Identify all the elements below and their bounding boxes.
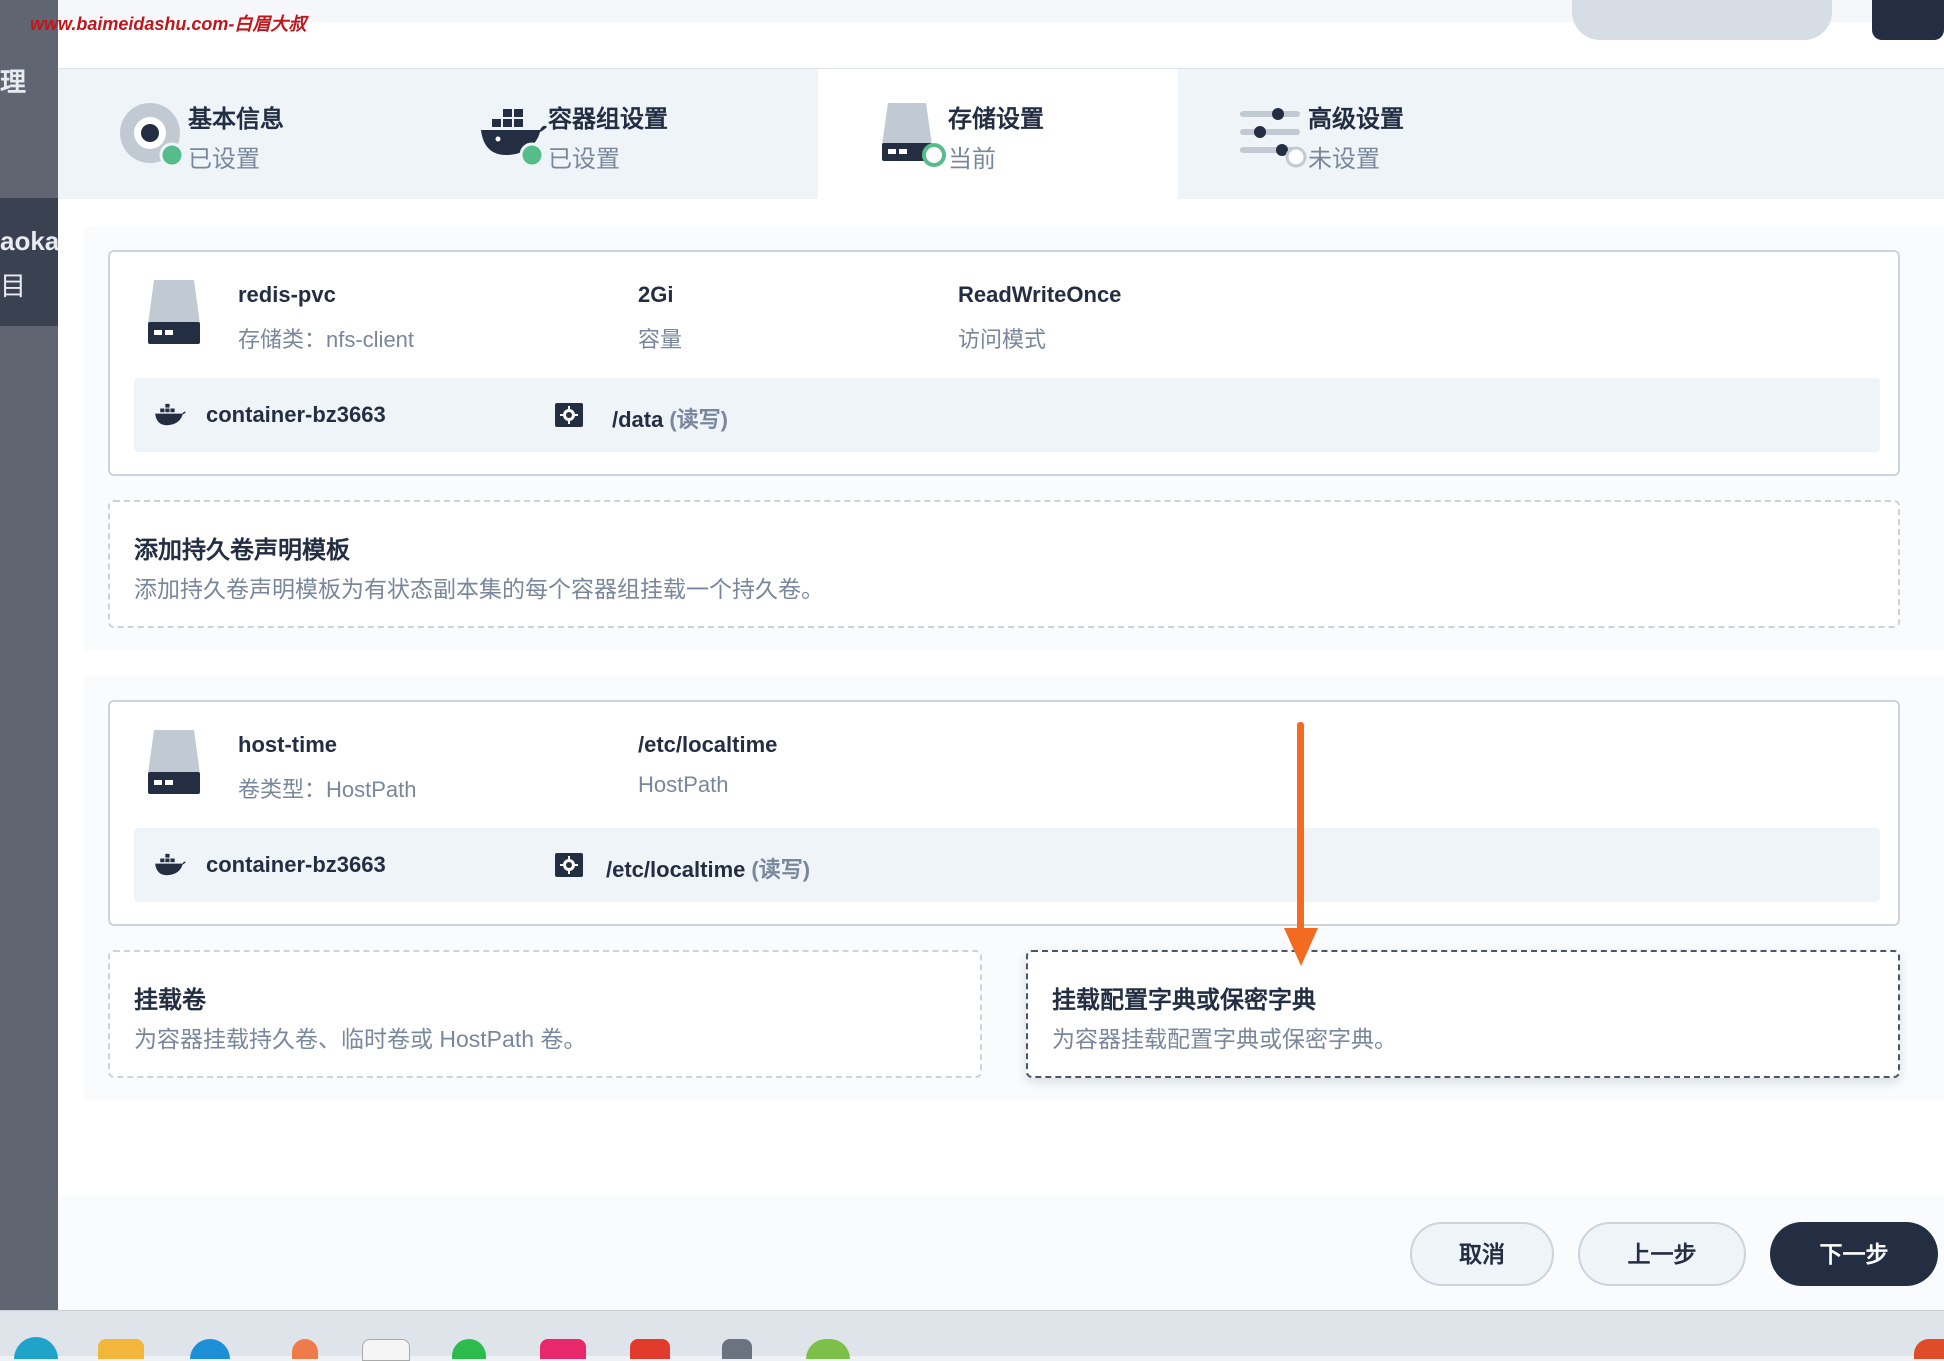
chat-icon[interactable]: [452, 1339, 486, 1359]
access-mode-label: 访问模式: [958, 327, 1047, 352]
annotation-arrow-head: [1284, 928, 1318, 966]
step-pod-settings[interactable]: 容器组设置 已设置: [418, 69, 778, 199]
docker-icon: [155, 403, 186, 426]
capacity-label: 容量: [638, 327, 683, 352]
container-name: container-bz3663: [206, 402, 386, 427]
mount-configmap-secret-button[interactable]: 挂载配置字典或保密字典 为容器挂载配置字典或保密字典。: [1026, 950, 1900, 1078]
capacity-value: 2Gi: [638, 282, 674, 307]
mount-mode: (读写): [669, 407, 729, 432]
add-template-desc: 添加持久卷声明模板为有状态副本集的每个容器组挂载一个持久卷。: [134, 576, 824, 602]
mount-volume-desc: 为容器挂载持久卷、临时卷或 HostPath 卷。: [134, 1026, 587, 1052]
browser-icon[interactable]: [190, 1339, 230, 1359]
app-icon[interactable]: [806, 1339, 850, 1359]
tool-icon[interactable]: [722, 1339, 752, 1359]
dialog-footer: 取消 上一步 下一步: [58, 1196, 1944, 1310]
next-button[interactable]: 下一步: [1770, 1222, 1938, 1286]
mount-path: /etc/localtime (读写): [606, 857, 811, 882]
mount-row: container-bz3663 /etc/localtime (读写): [134, 828, 1880, 902]
step-advanced-settings[interactable]: 高级设置 未设置: [1178, 69, 1538, 199]
tray-icon[interactable]: [1914, 1339, 1944, 1359]
media-icon[interactable]: [540, 1339, 586, 1359]
step-storage-settings[interactable]: 存储设置 当前: [818, 69, 1178, 199]
volume-section: host-time 卷类型：HostPath /etc/localtime Ho…: [84, 676, 1944, 1100]
notepad-icon[interactable]: [362, 1339, 410, 1361]
left-partial-label: aoka: [0, 226, 60, 256]
docker-icon: [481, 109, 547, 168]
docker-icon: [155, 853, 186, 876]
mount-volume-title: 挂载卷: [134, 987, 206, 1014]
mount-config-desc: 为容器挂载配置字典或保密字典。: [1052, 1026, 1397, 1052]
step-status: 已设置: [188, 146, 260, 173]
annotation-arrow: [1297, 722, 1304, 940]
start-icon[interactable]: [14, 1337, 58, 1359]
left-nav-selected: [0, 198, 58, 326]
volume-type: 卷类型：HostPath: [238, 777, 417, 802]
mount-gear-icon: [555, 403, 583, 427]
storage-disk-icon: [882, 103, 946, 167]
top-action-button[interactable]: [1872, 0, 1944, 40]
taskbar: [0, 1310, 1944, 1361]
mount-path: /data (读写): [612, 407, 729, 432]
pvc-template-section: redis-pvc 存储类：nfs-client 2Gi 容量 ReadWrit…: [84, 226, 1944, 650]
storage-disk-icon: [148, 280, 200, 344]
app-icon[interactable]: [292, 1339, 318, 1359]
step-title: 容器组设置: [548, 106, 668, 133]
storage-disk-icon: [148, 730, 200, 794]
add-pvc-template-button[interactable]: 添加持久卷声明模板 添加持久卷声明模板为有状态副本集的每个容器组挂载一个持久卷。: [108, 500, 1900, 628]
mount-mode: (读写): [751, 857, 811, 882]
mount-gear-icon: [555, 853, 583, 877]
disc-icon: [120, 103, 185, 168]
top-search-pill[interactable]: [1572, 0, 1832, 40]
background-overlay: [0, 0, 58, 1310]
watermark: www.baimeidashu.com-白眉大叔: [30, 14, 307, 34]
folder-icon[interactable]: [98, 1339, 144, 1359]
sliders-icon: [1240, 108, 1307, 168]
access-mode-value: ReadWriteOnce: [958, 282, 1122, 307]
step-title: 高级设置: [1308, 106, 1404, 133]
volume-card[interactable]: host-time 卷类型：HostPath /etc/localtime Ho…: [108, 700, 1900, 926]
storage-class: 存储类：nfs-client: [238, 327, 415, 352]
mount-volume-button[interactable]: 挂载卷 为容器挂载持久卷、临时卷或 HostPath 卷。: [108, 950, 982, 1078]
step-title: 基本信息: [188, 106, 284, 133]
previous-button[interactable]: 上一步: [1578, 1222, 1746, 1286]
step-title: 存储设置: [948, 106, 1044, 133]
step-status: 已设置: [548, 146, 620, 173]
volume-name: redis-pvc: [238, 282, 336, 307]
host-path-value: /etc/localtime: [638, 732, 778, 757]
step-basic-info[interactable]: 基本信息 已设置: [58, 69, 418, 199]
cancel-button[interactable]: 取消: [1410, 1222, 1554, 1286]
host-path-label: HostPath: [638, 772, 729, 797]
mount-config-title: 挂载配置字典或保密字典: [1052, 987, 1316, 1014]
container-name: container-bz3663: [206, 852, 386, 877]
step-status: 未设置: [1308, 146, 1380, 173]
step-status: 当前: [948, 146, 996, 173]
add-template-title: 添加持久卷声明模板: [134, 537, 350, 564]
left-partial-text: 目: [0, 271, 27, 301]
mount-row: container-bz3663 /data (读写): [134, 378, 1880, 452]
left-partial-text: 理: [0, 67, 27, 97]
office-icon[interactable]: [630, 1339, 670, 1359]
volume-name: host-time: [238, 732, 337, 757]
volume-card[interactable]: redis-pvc 存储类：nfs-client 2Gi 容量 ReadWrit…: [108, 250, 1900, 476]
create-dialog: [58, 22, 1944, 1310]
step-tabs: 基本信息 已设置 容器组设置 已设置 存储设置 当前 高级设置 未设置: [58, 68, 1944, 199]
